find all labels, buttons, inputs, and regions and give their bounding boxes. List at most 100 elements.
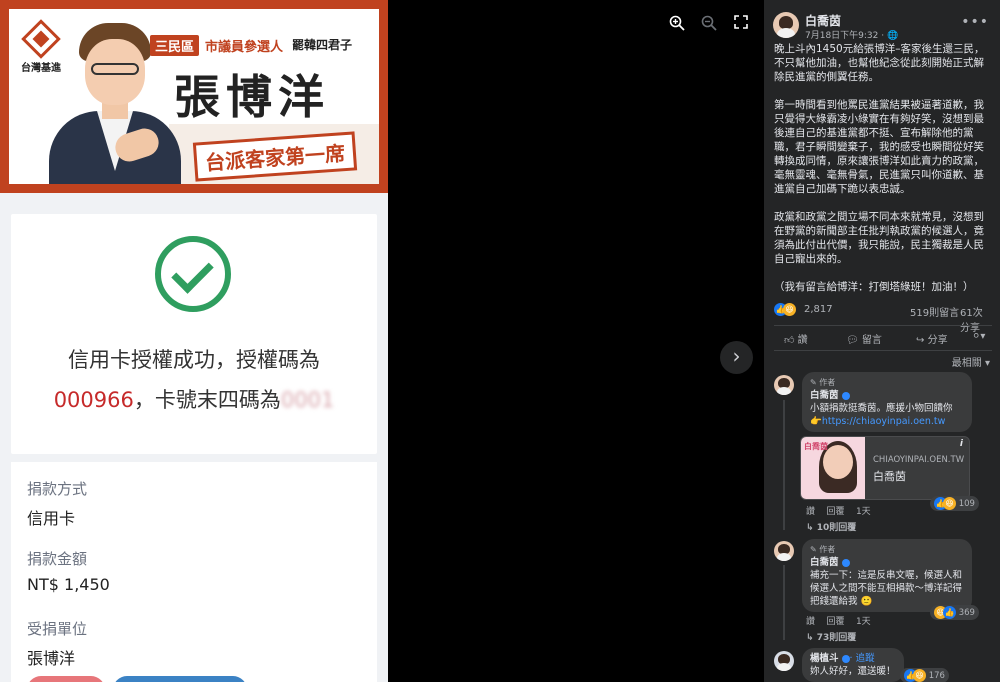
next-photo-button[interactable]: › — [720, 341, 753, 374]
comment-reactions[interactable]: 😆👍 369 — [930, 605, 979, 620]
comment-like-link[interactable]: 讚 — [806, 617, 815, 627]
share-icon: ↪ — [916, 335, 925, 346]
banner-role: 市議員參選人 — [205, 40, 284, 55]
photo-toolbar — [668, 15, 750, 33]
comment-icon: 💬︎ — [846, 335, 859, 346]
emoji-icon: 🙂 — [860, 596, 873, 607]
commenter-name[interactable]: 楊植斗 — [810, 653, 839, 664]
post-timestamp[interactable]: 7月18日下午9:32 · 🌐 — [805, 28, 898, 41]
thread-line — [783, 400, 785, 530]
photo-viewer: 台灣基進 三民區 市議員參選人 罷韓四君子 張博洋 台派客家第一席 信用卡授權成… — [0, 0, 1000, 682]
like-button[interactable]: 👍︎ 讚 — [784, 331, 808, 346]
view-replies-link[interactable]: ↳ 73則回覆 — [806, 630, 856, 643]
receipt-button-left — [27, 676, 105, 682]
zoom-in-icon[interactable] — [668, 15, 686, 33]
comment-button[interactable]: 💬︎ 留言 — [846, 331, 882, 346]
banner-district: 三民區 — [150, 35, 200, 56]
like-reaction-icon: 👍 — [943, 606, 956, 619]
comment-bubble: ✎ 作者 白喬茵 補充一下：這是反串文喔，候選人和候選人之間不能互相捐款～博洋記… — [802, 539, 972, 612]
link-domain: CHIAOYINPAI.OEN.TW — [873, 455, 965, 465]
post-text: 晚上斗內1450元給張博洋–客家後生還三民，不只幫他加油，也幫他紀念從此刻開始正… — [774, 42, 994, 308]
payment-method-label: 捐款方式 — [27, 480, 88, 498]
success-message: 信用卡授權成功，授權碼為 — [68, 348, 320, 372]
banner-candidate-name: 張博洋 — [174, 70, 330, 124]
commenter-avatar[interactable] — [774, 541, 794, 561]
comment-link[interactable]: https://chiaoyinpai.oen.tw — [822, 416, 946, 427]
post-header: 白喬茵 7月18日下午9:32 · 🌐 ••• — [773, 12, 993, 42]
post-paragraph: 政黨和政黨之間立場不同本來就常見，沒想到在野黨的新聞部主任批判執政黨的候選人，竟… — [774, 211, 984, 265]
commenter-name[interactable]: 白喬茵 — [810, 390, 839, 401]
chevron-down-icon: ▾ — [984, 358, 990, 369]
comment-meta: 讚 回覆 1天 — [806, 504, 871, 517]
thread-line — [783, 565, 785, 640]
comment-text: 妳人好好，還送暖！ — [810, 666, 896, 677]
view-replies-link[interactable]: ↳ 10則回覆 — [806, 520, 856, 533]
link-title: 白喬茵 — [873, 470, 906, 483]
post-actions: 👍︎ 讚 💬︎ 留言 ↪ 分享 ⚪▾ — [774, 325, 992, 351]
comment-meta: 讚 回覆 1天 — [806, 614, 871, 627]
card-last4-label: ，卡號末四碼為 — [133, 388, 281, 412]
auth-code-line: 000966，卡號末四碼為0001 — [11, 384, 377, 414]
reaction-summary: 👍😆 2,817 519則留言 61次分享 — [774, 303, 992, 334]
point-right-icon: 👉 — [810, 416, 822, 427]
banner-slogan: 罷韓四君子 — [292, 38, 353, 52]
haha-reaction-icon[interactable]: 😆 — [783, 303, 796, 316]
post-paragraph: 晚上斗內1450元給張博洋–客家後生還三民，不只幫他加油，也幫他紀念從此刻開始正… — [774, 43, 985, 83]
recipient-value: 張博洋 — [27, 649, 76, 668]
info-icon[interactable]: i — [960, 439, 963, 449]
author-badge: ✎ 作者 — [810, 545, 836, 554]
receipt-button-right — [113, 676, 247, 682]
comment-age[interactable]: 1天 — [856, 617, 871, 627]
reaction-picker-icon[interactable]: ⚪▾ — [972, 331, 985, 342]
share-button[interactable]: ↪ 分享 — [916, 331, 948, 346]
haha-reaction-icon: 😆 — [913, 669, 926, 682]
post-photo[interactable]: 台灣基進 三民區 市議員參選人 罷韓四君子 張博洋 台派客家第一席 信用卡授權成… — [0, 0, 764, 682]
follow-link[interactable]: · 追蹤 — [850, 653, 875, 664]
author-avatar[interactable] — [773, 12, 799, 38]
verified-icon — [841, 654, 850, 663]
chevron-right-icon: › — [732, 344, 741, 368]
comment-bubble: 楊植斗 · 追蹤 妳人好好，還送暖！ — [802, 648, 904, 682]
fullscreen-icon[interactable] — [732, 15, 750, 33]
verified-icon — [841, 391, 850, 400]
recipient-label: 受捐單位 — [27, 620, 88, 638]
comment-age[interactable]: 1天 — [856, 507, 871, 517]
donation-receipt-screenshot: 台灣基進 三民區 市議員參選人 罷韓四君子 張博洋 台派客家第一席 信用卡授權成… — [0, 0, 388, 682]
reaction-count[interactable]: 2,817 — [804, 304, 833, 315]
comment-reactions[interactable]: 👍😆 109 — [930, 496, 979, 511]
comment-reply-link[interactable]: 回覆 — [826, 617, 844, 627]
post-panel: 白喬茵 7月18日下午9:32 · 🌐 ••• 晚上斗內1450元給張博洋–客家… — [764, 0, 1000, 682]
link-preview-card[interactable]: 白喬茵 CHIAOYINPAI.OEN.TW 白喬茵 i — [800, 436, 970, 500]
donation-details: 捐款方式 信用卡 捐款金額 NT$ 1,450 受捐單位 張博洋 — [11, 462, 377, 682]
comment-sort-dropdown[interactable]: 最相關 ▾ — [952, 354, 990, 369]
check-circle-icon — [155, 236, 231, 312]
link-thumbnail: 白喬茵 — [801, 437, 865, 499]
more-options-icon[interactable]: ••• — [961, 14, 989, 30]
author-badge: ✎ 作者 — [810, 378, 836, 387]
verified-icon — [841, 558, 850, 567]
donation-amount-label: 捐款金額 — [27, 550, 88, 568]
post-paragraph: （我有留言給博洋：打倒塔綠班！加油！） — [774, 281, 974, 293]
comment-bubble: ✎ 作者 白喬茵 小額捐款挺喬茵。應援小物回饋你 👉https://chiaoy… — [802, 372, 972, 432]
comment-count[interactable]: 519則留言 — [910, 304, 959, 319]
author-name[interactable]: 白喬茵 — [805, 12, 841, 29]
card-last4-masked: 0001 — [280, 388, 335, 412]
commenter-name[interactable]: 白喬茵 — [810, 557, 839, 568]
post-paragraph: 第一時間看到他罵民進黨結果被逼著道歉，我只覺得大綠霸凌小綠實在有夠好笑，沒想到最… — [774, 99, 984, 195]
thumbs-up-icon: 👍︎ — [784, 335, 795, 346]
haha-reaction-icon: 😆 — [943, 497, 956, 510]
payment-method-value: 信用卡 — [27, 509, 76, 528]
comment-reactions[interactable]: 👍😆 176 — [900, 668, 949, 682]
comment-reply-link[interactable]: 回覆 — [826, 507, 844, 517]
commenter-avatar[interactable] — [774, 651, 794, 671]
donation-amount-value: NT$ 1,450 — [27, 575, 110, 594]
comment-like-link[interactable]: 讚 — [806, 507, 815, 517]
zoom-out-icon[interactable] — [700, 15, 718, 33]
comment-text: 補充一下：這是反串文喔，候選人和候選人之間不能互相捐款～博洋記得把錢還給我 🙂 — [810, 570, 963, 607]
globe-icon: 🌐 — [886, 31, 899, 41]
commenter-avatar[interactable] — [774, 375, 794, 395]
comment-text: 小額捐款挺喬茵。應援小物回饋你 — [810, 403, 953, 414]
auth-code: 000966 — [53, 388, 134, 412]
candidate-banner: 台灣基進 三民區 市議員參選人 罷韓四君子 張博洋 台派客家第一席 — [0, 0, 388, 193]
payment-success-card: 信用卡授權成功，授權碼為 000966，卡號末四碼為0001 — [11, 214, 377, 454]
